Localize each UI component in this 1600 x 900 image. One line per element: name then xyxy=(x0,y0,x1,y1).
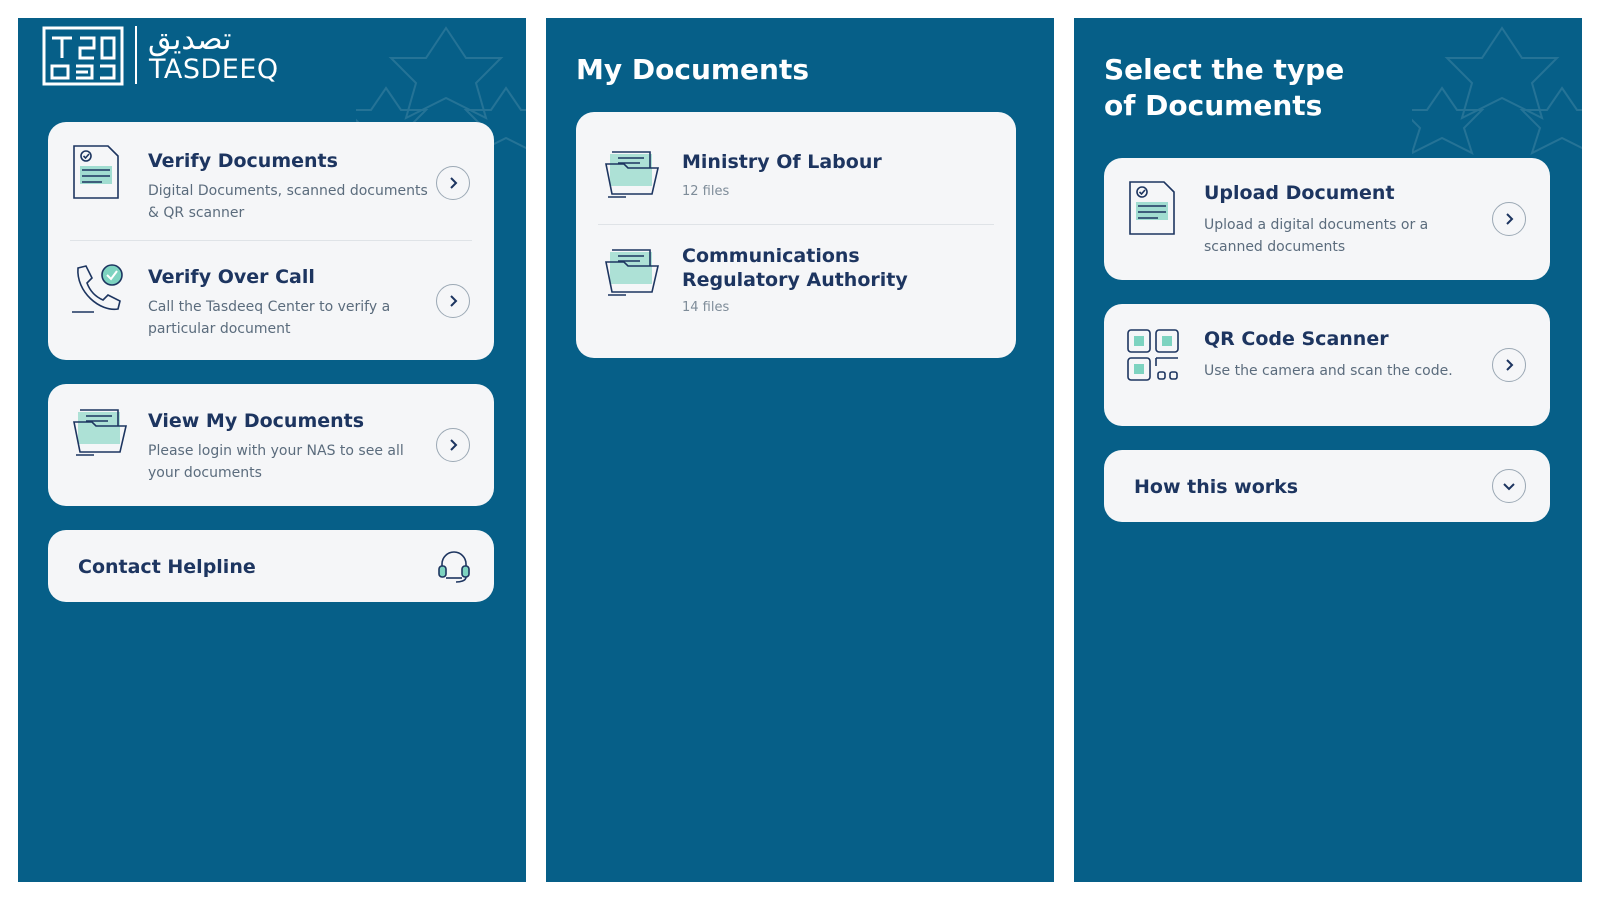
qr-code-icon xyxy=(1127,329,1179,381)
chevron-right-icon[interactable] xyxy=(1492,202,1526,236)
chevron-right-icon[interactable] xyxy=(436,166,470,200)
qr-code-scanner-title: QR Code Scanner xyxy=(1204,328,1389,350)
verify-documents-description: Digital Documents, scanned documents & Q… xyxy=(148,183,428,221)
document-group-title: Ministry Of Labour xyxy=(682,151,882,173)
chevron-right-icon[interactable] xyxy=(436,428,470,462)
qr-code-scanner-card[interactable]: QR Code Scanner Use the camera and scan … xyxy=(1104,304,1550,426)
star-pattern-decoration xyxy=(1412,26,1582,155)
page-title: Select the type of Documents xyxy=(1104,53,1345,122)
phone-check-icon xyxy=(72,264,123,313)
brand-arabic-name: تصديق xyxy=(148,22,232,57)
document-count: 14 files xyxy=(682,300,730,315)
brand-name: TASDEEQ xyxy=(149,54,279,85)
list-item[interactable]: Ministry Of Labour 12 files xyxy=(576,112,1016,224)
headset-icon xyxy=(438,551,470,583)
chevron-right-icon[interactable] xyxy=(1492,348,1526,382)
folder-icon xyxy=(605,249,660,296)
folder-icon xyxy=(73,409,128,456)
how-this-works-accordion[interactable]: How this works xyxy=(1104,450,1550,522)
verify-over-call-item[interactable]: Verify Over Call Call the Tasdeeq Center… xyxy=(48,242,494,358)
document-check-icon xyxy=(1129,181,1175,235)
verify-documents-title: Verify Documents xyxy=(148,150,338,172)
folder-icon xyxy=(605,151,660,198)
home-screen: تصديق TASDEEQ Verify Documents Digital D… xyxy=(18,18,526,882)
brand-separator xyxy=(135,26,137,84)
card-divider xyxy=(70,240,472,241)
how-this-works-label: How this works xyxy=(1134,476,1299,498)
verify-over-call-description: Call the Tasdeeq Center to verify a part… xyxy=(148,299,391,337)
view-my-documents-card[interactable]: View My Documents Please login with your… xyxy=(48,384,494,506)
upload-document-description: Upload a digital documents or a scanned … xyxy=(1204,217,1429,255)
contact-helpline-label: Contact Helpline xyxy=(78,556,256,578)
list-divider xyxy=(598,224,994,225)
document-count: 12 files xyxy=(682,184,730,199)
chevron-down-icon[interactable] xyxy=(1492,469,1526,503)
view-my-documents-description: Please login with your NAS to see all yo… xyxy=(148,443,404,481)
verify-options-card: Verify Documents Digital Documents, scan… xyxy=(48,122,494,360)
view-my-documents-title: View My Documents xyxy=(148,410,365,432)
document-group-title: Communications Regulatory Authority xyxy=(682,245,908,291)
tasdeeq-logo-icon xyxy=(42,26,124,86)
contact-helpline-button[interactable]: Contact Helpline xyxy=(48,530,494,602)
qr-code-scanner-description: Use the camera and scan the code. xyxy=(1204,363,1453,379)
my-documents-screen: My Documents Ministry Of Labour 12 files xyxy=(546,18,1054,882)
upload-document-card[interactable]: Upload Document Upload a digital documen… xyxy=(1104,158,1550,280)
select-document-type-screen: Select the type of Documents Upload Docu… xyxy=(1074,18,1582,882)
upload-document-title: Upload Document xyxy=(1204,182,1395,204)
verify-documents-item[interactable]: Verify Documents Digital Documents, scan… xyxy=(48,122,494,238)
documents-list-card: Ministry Of Labour 12 files Communicatio… xyxy=(576,112,1016,358)
verify-over-call-title: Verify Over Call xyxy=(148,266,315,288)
list-item[interactable]: Communications Regulatory Authority 14 f… xyxy=(576,226,1016,356)
page-title: My Documents xyxy=(576,53,810,86)
chevron-right-icon[interactable] xyxy=(436,284,470,318)
document-check-icon xyxy=(73,145,119,199)
